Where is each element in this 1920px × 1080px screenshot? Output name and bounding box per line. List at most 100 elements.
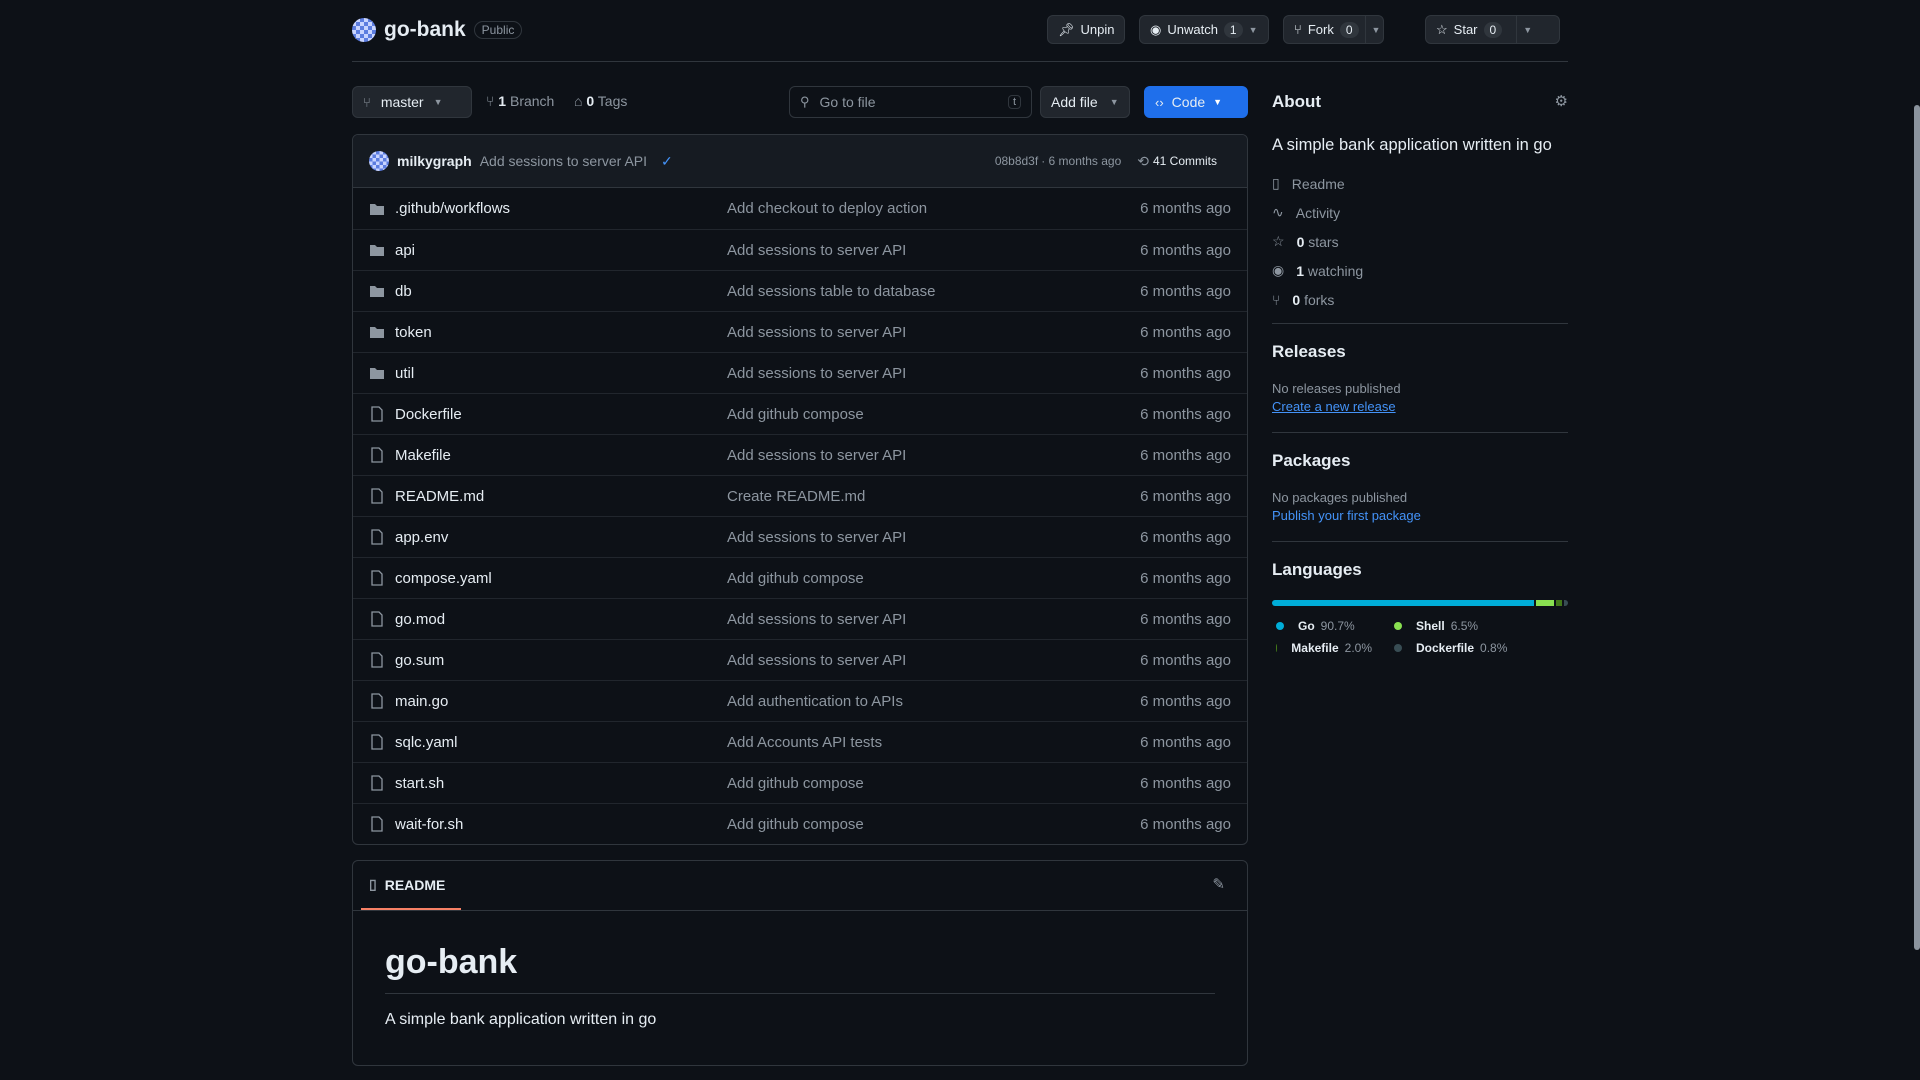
file-row[interactable]: go.mod Add sessions to server API 6 months… xyxy=(353,598,1247,639)
file-commit-message[interactable]: Add github compose xyxy=(727,816,1140,833)
readme-link[interactable]: ▯ Readme xyxy=(1272,169,1568,198)
file-row[interactable]: start.sh Add github compose 6 months ago xyxy=(353,762,1247,803)
book-icon: ▯ xyxy=(369,876,377,892)
header-divider xyxy=(352,61,1568,62)
history-icon: ⟲ xyxy=(1137,152,1149,169)
commits-link[interactable]: 41 Commits xyxy=(1153,154,1217,168)
file-commit-message[interactable]: Add sessions to server API xyxy=(727,324,1140,341)
file-icon xyxy=(369,406,385,422)
chevron-down-icon: ▼ xyxy=(1213,97,1223,107)
file-name[interactable]: compose.yaml xyxy=(395,570,727,587)
file-row[interactable]: util Add sessions to server API 6 months a… xyxy=(353,352,1247,393)
language-item[interactable]: Makefile 2.0% xyxy=(1276,637,1372,659)
file-name[interactable]: README.md xyxy=(395,488,727,505)
file-commit-message[interactable]: Add sessions to server API xyxy=(727,652,1140,669)
chevron-down-icon[interactable]: ▼ xyxy=(1372,25,1381,35)
commit-hash[interactable]: 08b8d3f xyxy=(995,154,1038,168)
language-item[interactable]: Go 90.7% xyxy=(1276,615,1372,637)
scrollbar-thumb[interactable] xyxy=(1914,105,1920,950)
file-row[interactable]: go.sum Add sessions to server API 6 months… xyxy=(353,639,1247,680)
file-name[interactable]: wait-for.sh xyxy=(395,816,727,833)
star-button[interactable]: ☆ Star 0 ▼ xyxy=(1425,15,1560,44)
language-item[interactable]: Shell 6.5% xyxy=(1394,615,1544,637)
language-item[interactable]: Dockerfile 0.8% xyxy=(1394,637,1544,659)
file-commit-message[interactable]: Add github compose xyxy=(727,406,1140,423)
file-commit-time: 6 months ago xyxy=(1140,733,1231,751)
file-name[interactable]: util xyxy=(395,365,727,382)
file-row[interactable]: db Add sessions table to database 6 months… xyxy=(353,270,1247,311)
file-commit-message[interactable]: Add sessions to server API xyxy=(727,242,1140,259)
fork-button[interactable]: ⑂ Fork 0 ▼ xyxy=(1283,15,1384,44)
releases-heading[interactable]: Releases xyxy=(1272,342,1346,362)
file-commit-message[interactable]: Add checkout to deploy action xyxy=(727,200,1140,217)
file-commit-message[interactable]: Add sessions to server API xyxy=(727,447,1140,464)
file-name[interactable]: main.go xyxy=(395,693,727,710)
gear-icon[interactable]: ⚙ xyxy=(1555,92,1568,112)
file-name[interactable]: token xyxy=(395,324,727,341)
file-name[interactable]: go.sum xyxy=(395,652,727,669)
file-row[interactable]: compose.yaml Add github compose 6 months a… xyxy=(353,557,1247,598)
file-commit-message[interactable]: Add github compose xyxy=(727,570,1140,587)
file-commit-message[interactable]: Add Accounts API tests xyxy=(727,734,1140,751)
visibility-badge: Public xyxy=(473,21,523,39)
add-file-button[interactable]: Add file ▼ xyxy=(1040,86,1130,118)
file-name[interactable]: .github/workflows xyxy=(395,200,727,217)
file-row[interactable]: Makefile Add sessions to server API 6 mont… xyxy=(353,434,1247,475)
code-icon: ‹› xyxy=(1155,94,1164,110)
file-row[interactable]: README.md Create README.md 6 months ago xyxy=(353,475,1247,516)
file-commit-message[interactable]: Add sessions to server API xyxy=(727,365,1140,382)
packages-heading[interactable]: Packages xyxy=(1272,451,1350,471)
activity-link[interactable]: ∿ Activity xyxy=(1272,198,1568,227)
unpin-button[interactable]: 📌︎ Unpin xyxy=(1047,15,1126,44)
file-name[interactable]: app.env xyxy=(395,529,727,546)
language-bar-segment xyxy=(1272,600,1534,606)
folder-icon xyxy=(369,325,385,339)
star-icon: ☆ xyxy=(1436,21,1448,37)
file-commit-message[interactable]: Add sessions table to database xyxy=(727,283,1140,300)
chevron-down-icon[interactable]: ▼ xyxy=(1523,25,1532,35)
create-release-link[interactable]: Create a new release xyxy=(1272,399,1396,414)
file-name[interactable]: Dockerfile xyxy=(395,406,727,423)
file-name[interactable]: sqlc.yaml xyxy=(395,734,727,751)
file-row[interactable]: main.go Add authentication to APIs 6 month… xyxy=(353,680,1247,721)
file-commit-time: 6 months ago xyxy=(1140,610,1231,628)
repo-avatar xyxy=(352,18,376,42)
file-row[interactable]: Dockerfile Add github compose 6 months ago xyxy=(353,393,1247,434)
file-icon xyxy=(369,447,385,463)
divider xyxy=(1272,323,1568,324)
forks-link[interactable]: ⑂ 0 forks xyxy=(1272,285,1568,314)
branch-select[interactable]: ⑂ master ▼ xyxy=(352,86,472,118)
file-name[interactable]: api xyxy=(395,242,727,259)
readme-tab[interactable]: ▯ README xyxy=(361,861,461,910)
file-row[interactable]: app.env Add sessions to server API 6 month… xyxy=(353,516,1247,557)
code-button[interactable]: ‹› Code ▼ xyxy=(1144,86,1248,118)
stars-link[interactable]: ☆ 0 stars xyxy=(1272,227,1568,256)
watchers-link[interactable]: ◉ 1 watching xyxy=(1272,256,1568,285)
edit-icon[interactable]: ✎ xyxy=(1212,875,1225,893)
branches-link[interactable]: ⑂ 1 Branch xyxy=(486,93,554,109)
commit-author[interactable]: milkygraph xyxy=(397,153,472,169)
file-name[interactable]: Makefile xyxy=(395,447,727,464)
go-to-file-input[interactable]: ⚲ Go to file t xyxy=(789,86,1032,118)
file-row[interactable]: .github/workflows Add checkout to deploy … xyxy=(353,188,1247,229)
file-row[interactable]: api Add sessions to server API 6 months ag… xyxy=(353,229,1247,270)
file-commit-message[interactable]: Add sessions to server API xyxy=(727,611,1140,628)
commit-message[interactable]: Add sessions to server API xyxy=(480,153,647,169)
file-name[interactable]: go.mod xyxy=(395,611,727,628)
publish-package-link[interactable]: Publish your first package xyxy=(1272,508,1421,523)
file-row[interactable]: wait-for.sh Add github compose 6 months ag… xyxy=(353,803,1247,844)
file-commit-message[interactable]: Create README.md xyxy=(727,488,1140,505)
author-avatar xyxy=(369,151,389,171)
repo-name[interactable]: go-bank xyxy=(384,18,466,42)
chevron-down-icon: ▼ xyxy=(433,97,443,107)
file-row[interactable]: token Add sessions to server API 6 months … xyxy=(353,311,1247,352)
file-row[interactable]: sqlc.yaml Add Accounts API tests 6 months … xyxy=(353,721,1247,762)
file-commit-message[interactable]: Add authentication to APIs xyxy=(727,693,1140,710)
file-commit-message[interactable]: Add sessions to server API xyxy=(727,529,1140,546)
file-commit-message[interactable]: Add github compose xyxy=(727,775,1140,792)
file-name[interactable]: start.sh xyxy=(395,775,727,792)
eye-icon: ◉ xyxy=(1272,262,1285,278)
file-name[interactable]: db xyxy=(395,283,727,300)
tags-link[interactable]: ⌂ 0 Tags xyxy=(574,93,627,109)
unwatch-button[interactable]: ◉ Unwatch 1 ▼ xyxy=(1139,15,1269,44)
